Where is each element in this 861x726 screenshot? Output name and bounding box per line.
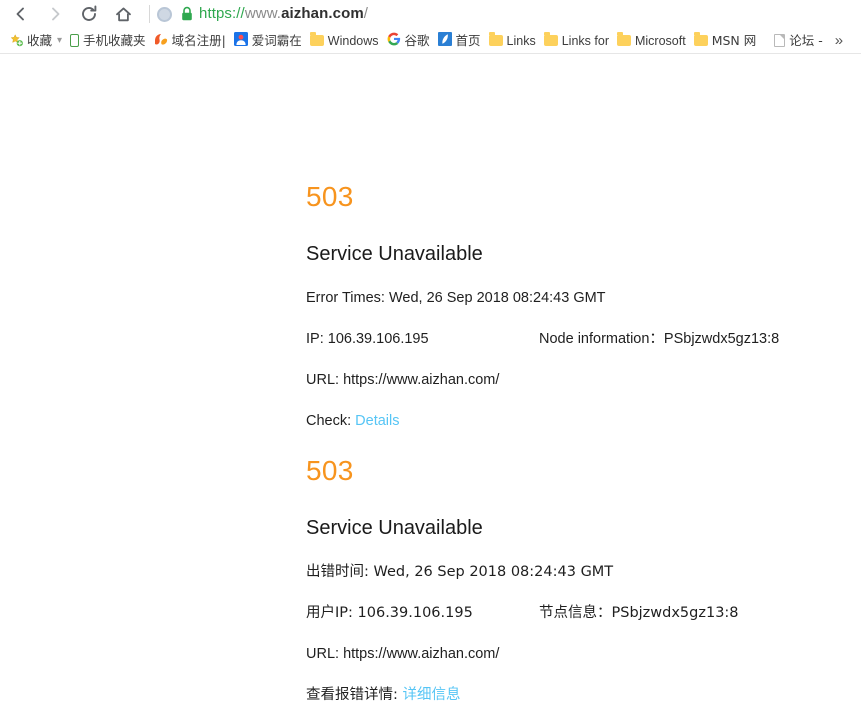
folder-icon: [309, 32, 324, 46]
bookmark-item-iciba[interactable]: 爱词霸在: [230, 31, 306, 51]
error-check-label: 查看报错详情:: [306, 687, 398, 703]
forward-button[interactable]: [38, 0, 72, 28]
error-ip-line: 用户IP: 106.39.106.195: [306, 605, 473, 621]
home-button[interactable]: [106, 0, 140, 28]
address-bar[interactable]: https://www.aizhan.com/: [157, 0, 861, 28]
error-ip-node-row: IP: 106.39.106.195 Node information：PSbj…: [306, 329, 846, 349]
google-g-icon: [387, 32, 401, 49]
browser-toolbar: https://www.aizhan.com/: [0, 0, 861, 28]
error-url-line: URL: https://www.aizhan.com/: [306, 646, 500, 662]
folder-icon: [616, 32, 631, 46]
error-block-chinese: 503 Service Unavailable 出错时间: Wed, 26 Se…: [306, 454, 846, 705]
chevron-down-icon[interactable]: ▾: [57, 31, 62, 51]
bookmark-item-domain-register[interactable]: 域名注册|: [150, 31, 230, 51]
page-info-icon[interactable]: [157, 6, 172, 22]
toolbar-divider: [149, 5, 150, 23]
sohu-home-icon: [437, 32, 452, 49]
bookmark-label: 爱词霸在: [251, 32, 302, 48]
bookmark-item-favorites[interactable]: 收藏 ▾: [6, 31, 66, 51]
bookmark-item-mobile-favorites[interactable]: 手机收藏夹: [66, 31, 150, 51]
error-node-line: 节点信息：PSbjzwdx5gz13:8: [539, 605, 739, 621]
document-icon: [774, 34, 786, 47]
bookmarks-bar: 收藏 ▾ 手机收藏夹 域名注册| 爱词霸在 Windows 谷歌 首页 Link…: [0, 28, 861, 54]
error-title: Service Unavailable: [306, 517, 483, 539]
bookmark-item-google[interactable]: 谷歌: [383, 31, 434, 51]
bookmark-folder-msn[interactable]: MSN 网: [690, 31, 761, 51]
error-code: 503: [306, 181, 354, 212]
domain-register-icon: [154, 33, 168, 49]
bookmark-item-homepage[interactable]: 首页: [434, 31, 485, 51]
star-favorites-icon: [10, 34, 23, 47]
page-content: 503 Service Unavailable Error Times: Wed…: [0, 54, 861, 726]
phone-icon: [70, 34, 80, 47]
error-time-line: 出错时间: Wed, 26 Sep 2018 08:24:43 GMT: [306, 564, 614, 580]
error-code: 503: [306, 455, 354, 486]
iciba-icon: [233, 32, 248, 49]
bookmark-label: Links: [506, 33, 536, 48]
folder-icon: [543, 32, 558, 46]
bookmark-item-forum[interactable]: 论坛 -: [770, 31, 826, 51]
error-time-line: Error Times: Wed, 26 Sep 2018 08:24:43 G…: [306, 290, 606, 306]
error-ip-node-row: 用户IP: 106.39.106.195 节点信息：PSbjzwdx5gz13:…: [306, 603, 846, 623]
error-check-line: 查看报错详情: 详细信息: [306, 685, 846, 705]
error-details-link[interactable]: Details: [355, 413, 399, 429]
url-host-prefix: www.: [244, 5, 282, 22]
bookmark-label: 手机收藏夹: [83, 32, 146, 48]
bookmark-folder-links[interactable]: Links: [485, 31, 540, 51]
url-scheme: https://: [199, 5, 245, 22]
bookmark-folder-links-for[interactable]: Links for: [540, 31, 613, 51]
bookmark-label: Windows: [327, 33, 379, 48]
error-block-english: 503 Service Unavailable Error Times: Wed…: [306, 180, 846, 431]
bookmark-label: 论坛 -: [789, 32, 823, 48]
error-check-line: Check: Details: [306, 411, 846, 431]
bookmark-label: 谷歌: [404, 32, 430, 48]
bookmark-label: 域名注册|: [171, 32, 226, 48]
url-path: /: [363, 5, 369, 22]
error-ip-line: IP: 106.39.106.195: [306, 331, 429, 347]
error-url-line: URL: https://www.aizhan.com/: [306, 372, 500, 388]
bookmark-folder-microsoft[interactable]: Microsoft: [613, 31, 690, 51]
url-host: aizhan.com: [281, 5, 364, 22]
lock-icon: [182, 6, 192, 21]
folder-icon: [488, 32, 503, 46]
bookmark-label: Microsoft: [634, 33, 686, 48]
folder-icon: [693, 32, 708, 46]
bookmark-label: 收藏: [27, 32, 53, 48]
bookmark-label: 首页: [455, 32, 481, 48]
bookmark-folder-windows[interactable]: Windows: [306, 31, 383, 51]
bookmarks-overflow-button[interactable]: »: [835, 31, 843, 51]
error-details-link[interactable]: 详细信息: [403, 687, 461, 703]
url-text[interactable]: https://www.aizhan.com/: [199, 0, 368, 28]
browser-chrome: https://www.aizhan.com/ 收藏 ▾ 手机收藏夹 域名注册|…: [0, 0, 861, 54]
reload-button[interactable]: [72, 0, 106, 28]
bookmark-label: MSN 网: [711, 32, 757, 48]
error-check-label: Check:: [306, 413, 352, 429]
error-title: Service Unavailable: [306, 243, 483, 265]
bookmark-label: Links for: [561, 33, 609, 48]
error-node-line: Node information：PSbjzwdx5gz13:8: [539, 331, 780, 347]
